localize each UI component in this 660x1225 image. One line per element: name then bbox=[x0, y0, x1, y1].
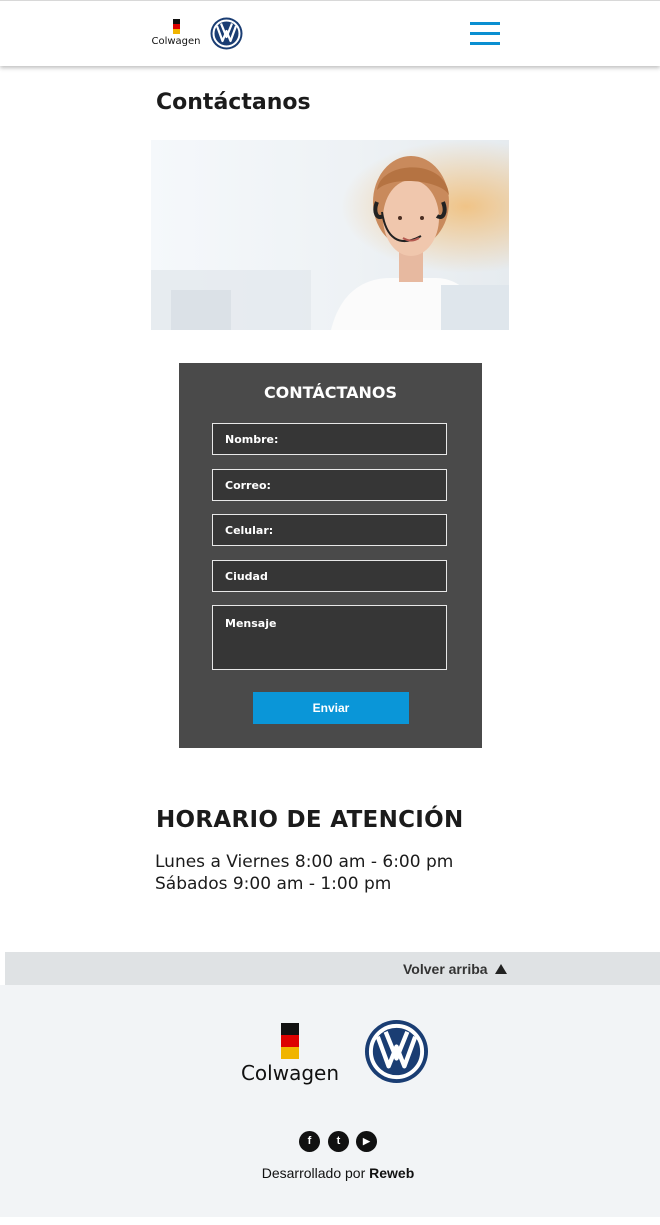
back-to-top-label[interactable]: Volver arriba bbox=[403, 961, 488, 977]
mensaje-field[interactable]: Mensaje bbox=[212, 605, 447, 670]
celular-field[interactable]: Celular: bbox=[212, 514, 447, 546]
triangle-up-icon[interactable] bbox=[495, 964, 507, 974]
page-title: Contáctanos bbox=[156, 90, 311, 115]
ciudad-field[interactable]: Ciudad bbox=[212, 560, 447, 592]
german-flag-icon bbox=[172, 19, 180, 34]
hero-illustration bbox=[151, 140, 509, 330]
correo-field[interactable]: Correo: bbox=[212, 469, 447, 501]
twitter-icon[interactable]: t bbox=[328, 1131, 349, 1152]
credit-brand-link[interactable]: Reweb bbox=[369, 1165, 414, 1181]
hours-saturday: Sábados 9:00 am - 1:00 pm bbox=[155, 874, 392, 894]
send-button[interactable]: Enviar bbox=[253, 692, 409, 724]
form-title: CONTÁCTANOS bbox=[263, 383, 398, 402]
footer-colwagen-logo[interactable]: Colwagen bbox=[237, 1023, 343, 1085]
footer-vw-logo-icon[interactable] bbox=[364, 1019, 429, 1084]
german-flag-icon bbox=[281, 1023, 299, 1059]
colwagen-wordmark: Colwagen bbox=[240, 1061, 340, 1085]
hours-title: HORARIO DE ATENCIÓN bbox=[156, 807, 464, 833]
site-header: Colwagen bbox=[0, 0, 660, 66]
contact-form: CONTÁCTANOS Nombre: Correo: Celular: Ciu… bbox=[179, 363, 482, 748]
vw-logo-icon[interactable] bbox=[210, 17, 243, 50]
nombre-field[interactable]: Nombre: bbox=[212, 423, 447, 455]
colwagen-wordmark: Colwagen bbox=[151, 36, 201, 47]
hamburger-icon[interactable] bbox=[470, 22, 500, 46]
page-bottom-edge bbox=[0, 1217, 660, 1225]
site-footer: Colwagen f t ▶ Desarrollado por Reweb bbox=[0, 985, 660, 1217]
credit-prefix: Desarrollado por bbox=[261, 1165, 370, 1181]
youtube-icon[interactable]: ▶ bbox=[356, 1131, 377, 1152]
customer-service-agent-image bbox=[151, 140, 509, 330]
hours-weekdays: Lunes a Viernes 8:00 am - 6:00 pm bbox=[155, 852, 454, 872]
developer-credit: Desarrollado por Reweb bbox=[0, 1165, 660, 1181]
colwagen-logo[interactable]: Colwagen bbox=[150, 19, 202, 53]
facebook-icon[interactable]: f bbox=[299, 1131, 320, 1152]
back-to-top-bar[interactable]: Volver arriba bbox=[5, 952, 660, 985]
